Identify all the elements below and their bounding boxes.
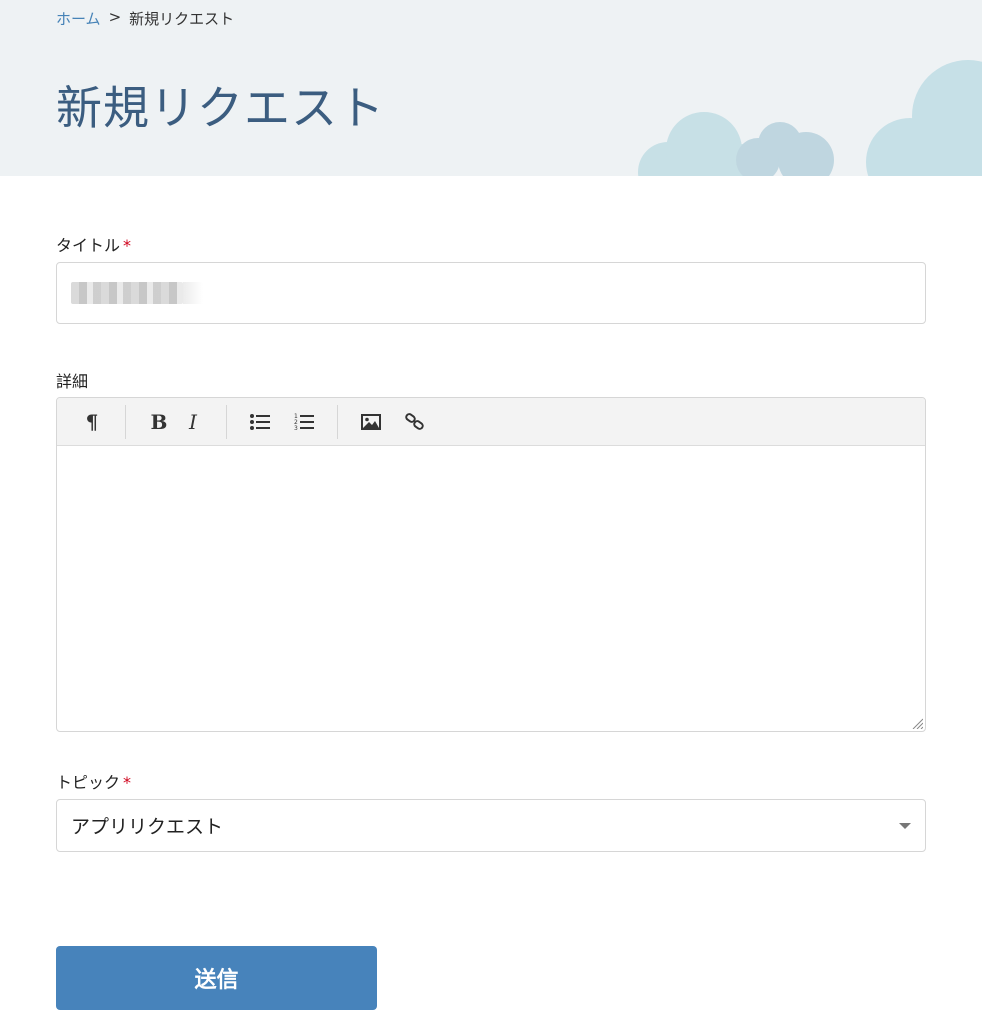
bold-icon[interactable]: B <box>142 405 176 439</box>
page-header: ホーム > 新規リクエスト 新規リクエスト <box>0 0 982 176</box>
breadcrumb-current: 新規リクエスト <box>129 10 235 28</box>
italic-icon[interactable]: I <box>176 405 210 439</box>
editor-content-area[interactable] <box>57 446 925 731</box>
required-mark: * <box>123 773 132 792</box>
rich-text-editor: ¶ B I 1 2 3 <box>56 397 926 732</box>
title-field-label: タイトル * <box>56 232 131 256</box>
numbered-list-icon[interactable]: 1 2 3 <box>287 405 321 439</box>
required-mark: * <box>123 236 132 255</box>
title-label-text: タイトル <box>56 236 121 255</box>
redacted-title-value <box>71 282 183 304</box>
topic-selected-value: アプリリクエスト <box>71 816 224 838</box>
topic-field-label: トピック * <box>56 769 131 793</box>
toolbar-divider <box>125 404 126 439</box>
details-field-label: 詳細 <box>56 372 89 391</box>
resize-handle-icon[interactable] <box>911 717 923 729</box>
breadcrumb: ホーム > 新規リクエスト <box>56 8 234 29</box>
toolbar-divider <box>337 404 338 439</box>
paragraph-icon[interactable]: ¶ <box>75 405 109 439</box>
breadcrumb-home-link[interactable]: ホーム <box>56 8 101 29</box>
breadcrumb-separator: > <box>108 8 122 26</box>
clouds-decoration <box>638 60 982 176</box>
editor-toolbar: ¶ B I 1 2 3 <box>57 398 925 446</box>
link-icon[interactable] <box>398 405 432 439</box>
image-icon[interactable] <box>354 405 388 439</box>
toolbar-divider <box>226 404 227 439</box>
page-title: 新規リクエスト <box>56 81 385 135</box>
submit-button[interactable]: 送信 <box>56 946 377 1010</box>
bullet-list-icon[interactable] <box>243 405 277 439</box>
topic-label-text: トピック <box>56 773 121 792</box>
chevron-down-icon <box>899 823 911 829</box>
title-input[interactable] <box>56 262 926 324</box>
redacted-fade <box>183 282 203 304</box>
topic-select[interactable]: アプリリクエスト <box>56 799 926 852</box>
svg-text:3: 3 <box>294 425 298 431</box>
